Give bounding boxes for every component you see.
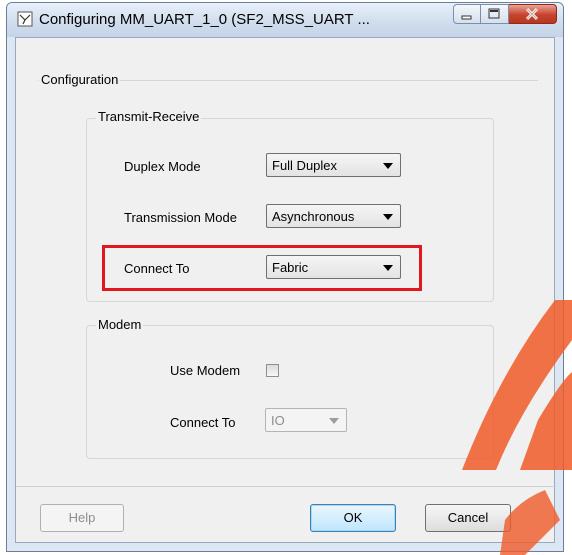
duplex-mode-value: Full Duplex xyxy=(272,158,338,173)
transmission-mode-label: Transmission Mode xyxy=(124,210,237,225)
duplex-mode-select[interactable]: Full Duplex xyxy=(266,153,401,177)
modem-group xyxy=(86,325,494,459)
modem-connect-to-value: IO xyxy=(271,413,285,428)
chevron-down-icon xyxy=(383,163,393,169)
window-title: Configuring MM_UART_1_0 (SF2_MSS_UART ..… xyxy=(39,11,370,28)
minimize-icon xyxy=(461,15,472,20)
close-button[interactable] xyxy=(509,4,557,24)
transmission-mode-select[interactable]: Asynchronous xyxy=(266,204,401,228)
transmission-mode-value: Asynchronous xyxy=(272,209,355,224)
chevron-down-icon xyxy=(383,214,393,220)
help-button[interactable]: Help xyxy=(40,504,124,532)
connect-to-value: Fabric xyxy=(272,260,309,275)
config-icon xyxy=(17,11,33,27)
caption-buttons xyxy=(453,4,557,26)
maximize-button[interactable] xyxy=(481,4,509,24)
chevron-down-icon xyxy=(329,418,339,424)
duplex-mode-label: Duplex Mode xyxy=(124,159,201,174)
minimize-button[interactable] xyxy=(453,4,481,24)
cancel-button[interactable]: Cancel xyxy=(425,504,511,532)
modem-connect-to-select[interactable]: IO xyxy=(265,408,347,432)
maximize-icon xyxy=(488,8,500,19)
connect-to-label: Connect To xyxy=(124,261,190,276)
connect-to-select[interactable]: Fabric xyxy=(266,255,401,279)
dialog-window: Configuring MM_UART_1_0 (SF2_MSS_UART ..… xyxy=(6,2,564,552)
use-modem-label: Use Modem xyxy=(170,363,241,378)
use-modem-checkbox[interactable] xyxy=(266,364,279,377)
buttons-divider xyxy=(16,486,556,487)
ok-button[interactable]: OK xyxy=(310,504,396,532)
close-icon xyxy=(525,7,539,21)
transmit-receive-title: Transmit-Receive xyxy=(96,109,202,124)
dialog-client-area: Configuration Transmit-Receive Duplex Mo… xyxy=(15,37,556,543)
modem-title: Modem xyxy=(96,317,144,332)
modem-connect-to-label: Connect To xyxy=(170,415,236,430)
chevron-down-icon xyxy=(383,265,393,271)
title-bar[interactable]: Configuring MM_UART_1_0 (SF2_MSS_UART ..… xyxy=(7,3,563,37)
configuration-title: Configuration xyxy=(39,72,121,87)
